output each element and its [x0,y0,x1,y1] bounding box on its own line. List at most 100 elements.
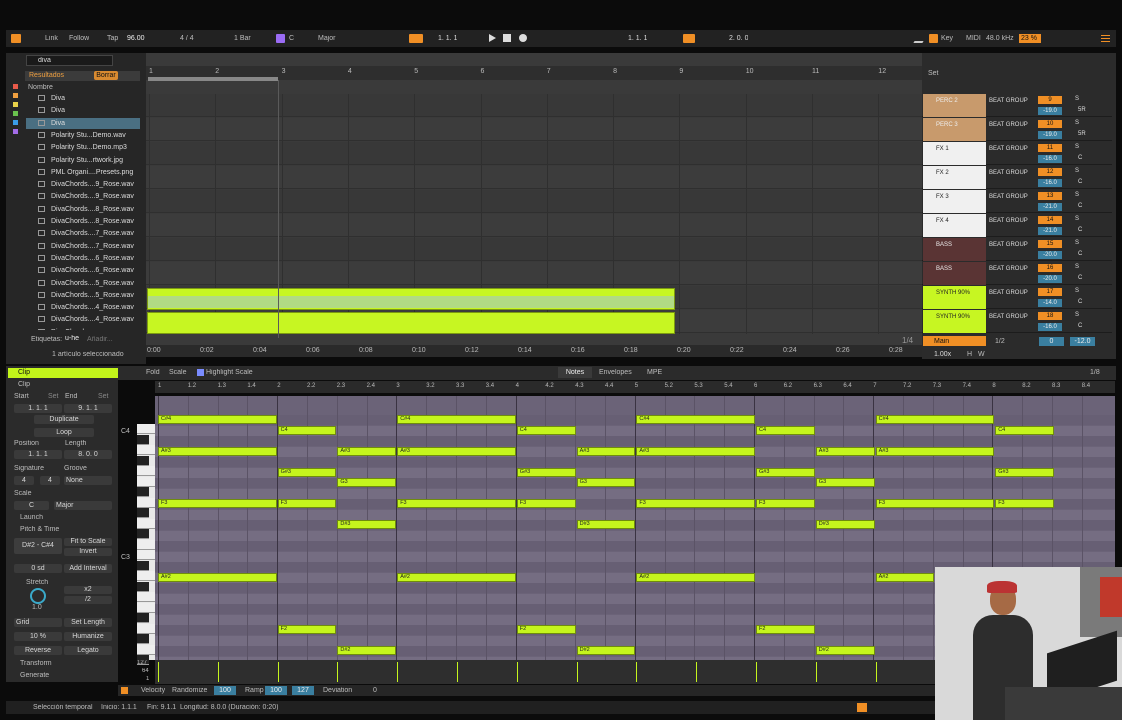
tempo-field[interactable]: 96.00 [127,35,145,42]
humanize-button[interactable]: Humanize [64,632,112,641]
track-number[interactable]: 18 [1038,312,1062,320]
midi-note[interactable]: F3 [756,499,815,508]
browser-item[interactable]: Diva [26,117,140,129]
piano-key[interactable] [137,550,155,560]
solo-button[interactable]: S [1075,216,1079,222]
midi-note[interactable]: A#3 [875,446,995,456]
stretch-knob[interactable] [30,588,46,604]
browser-item[interactable]: DivaChords....6_Rose.wav [26,265,140,276]
play-icon[interactable] [489,34,496,42]
track-routing[interactable]: BEAT GROUP [989,170,1028,176]
scale-select[interactable]: Major [318,35,336,42]
loop-brace[interactable] [148,77,278,81]
set-length-button[interactable]: Set Length [64,618,112,627]
track-number[interactable]: 9 [1038,96,1062,104]
randomize-button[interactable]: Randomize [172,687,207,694]
midi-note[interactable]: F3 [516,499,576,508]
track-header[interactable]: BASS BEAT GROUP 15 S -20.0 C [922,238,1112,261]
piano-key[interactable] [137,508,149,518]
track-volume[interactable]: -20.0 [1038,251,1062,259]
main-track-header[interactable] [923,336,986,346]
velocity-stem[interactable] [576,662,578,682]
tab-envelopes[interactable]: Envelopes [599,369,632,376]
track-lane[interactable] [146,214,922,237]
keyboard-icon[interactable] [929,34,938,43]
set-start-button[interactable]: Set [48,393,59,400]
w-button[interactable]: W [978,351,985,358]
track-routing[interactable]: BEAT GROUP [989,314,1028,320]
sig-numerator[interactable]: 4 [14,476,34,485]
end-field[interactable]: 9. 1. 1 [64,404,112,413]
quant-fraction[interactable]: 1/4 [902,336,913,345]
track-routing[interactable]: BEAT GROUP [989,266,1028,272]
midi-note[interactable]: C#4 [636,415,755,424]
piano-key[interactable] [137,602,155,613]
deviation-value[interactable]: 0 [373,687,377,694]
track-number[interactable]: 15 [1038,240,1062,248]
browser-item[interactable]: DivaChords....7_Rose.wav [26,228,140,239]
solo-button[interactable]: S [1075,96,1079,102]
clip-title-bar[interactable]: Clip [8,368,118,378]
browser-item[interactable]: PML Organi....Presets.png [26,167,140,178]
track-lane[interactable] [146,262,922,285]
midi-note[interactable]: F3 [875,499,995,508]
velocity-stem[interactable] [875,662,877,682]
track-name[interactable]: PERC 2 [936,98,958,104]
midi-note[interactable]: A#3 [337,446,397,456]
velocity-stem[interactable] [217,662,219,682]
track-volume[interactable]: -14.0 [1038,299,1062,307]
midi-note[interactable]: G#3 [995,467,1054,477]
track-number[interactable]: 11 [1038,144,1062,152]
add-interval-button[interactable]: Add Interval [64,564,112,573]
tab-notes[interactable]: Notes [558,367,592,378]
ramp-start[interactable]: 100 [265,686,287,695]
track-header[interactable]: SYNTH 90% BEAT GROUP 18 S -16.0 C [922,310,1112,333]
piano-key[interactable] [137,487,149,497]
velocity-stem[interactable] [815,662,817,682]
piano-keys[interactable] [137,424,155,665]
midi-note[interactable]: D#3 [576,520,636,529]
track-volume[interactable]: -16.0 [1038,323,1062,331]
main-ratio[interactable]: 1/2 [995,338,1005,345]
midi-note[interactable]: F3 [397,499,516,508]
main-pan[interactable]: -12.0 [1070,337,1095,346]
track-pan[interactable]: C [1078,323,1082,329]
loop-length[interactable]: 2. 0. 0 [729,35,748,42]
track-header[interactable]: FX 4 BEAT GROUP 14 S -21.0 C [922,214,1112,237]
piano-key[interactable] [137,581,149,592]
midi-note[interactable]: A#2 [636,572,755,582]
track-lane[interactable] [146,166,922,189]
track-name[interactable]: SYNTH 90% [936,290,970,296]
link-button[interactable]: Link [45,35,58,42]
reverse-button[interactable]: Reverse [14,646,62,655]
track-pan[interactable]: C [1078,203,1082,209]
midi-note[interactable]: F3 [995,499,1054,508]
velocity-stem[interactable] [337,662,339,682]
track-pan[interactable]: C [1078,227,1082,233]
browser-item[interactable]: DivaChords... [26,327,140,330]
track-number[interactable]: 14 [1038,216,1062,224]
browser-item[interactable]: Polarity Stu...rtwork.jpg [26,155,140,166]
midi-map-button[interactable]: MIDI [966,35,981,42]
browser-item[interactable]: DivaChords....5_Rose.wav [26,278,140,289]
track-pan[interactable]: C [1078,155,1082,161]
piano-key[interactable] [137,434,149,445]
duplicate-button[interactable]: Duplicate [34,415,94,424]
piano-key[interactable] [137,592,155,602]
set-end-button[interactable]: Set [98,393,109,400]
midi-note[interactable]: F2 [277,625,337,634]
midi-note[interactable]: C#4 [158,415,277,424]
tap-button[interactable]: Tap [107,35,118,42]
track-name[interactable]: FX 3 [936,194,949,200]
browser-item[interactable]: DivaChords....7_Rose.wav [26,241,140,252]
midi-note[interactable]: G3 [337,478,397,487]
track-name[interactable]: FX 2 [936,170,949,176]
tab-mpe[interactable]: MPE [647,369,662,376]
add-tag-button[interactable]: Añadir... [87,336,113,343]
zoom-value[interactable]: 1.00x [934,351,951,358]
velocity-stem[interactable] [636,662,638,682]
track-volume[interactable]: -21.0 [1038,203,1062,211]
browser-item[interactable]: DivaChords....8_Rose.wav [26,204,140,215]
midi-note[interactable]: A#3 [636,446,755,456]
track-number[interactable]: 17 [1038,288,1062,296]
